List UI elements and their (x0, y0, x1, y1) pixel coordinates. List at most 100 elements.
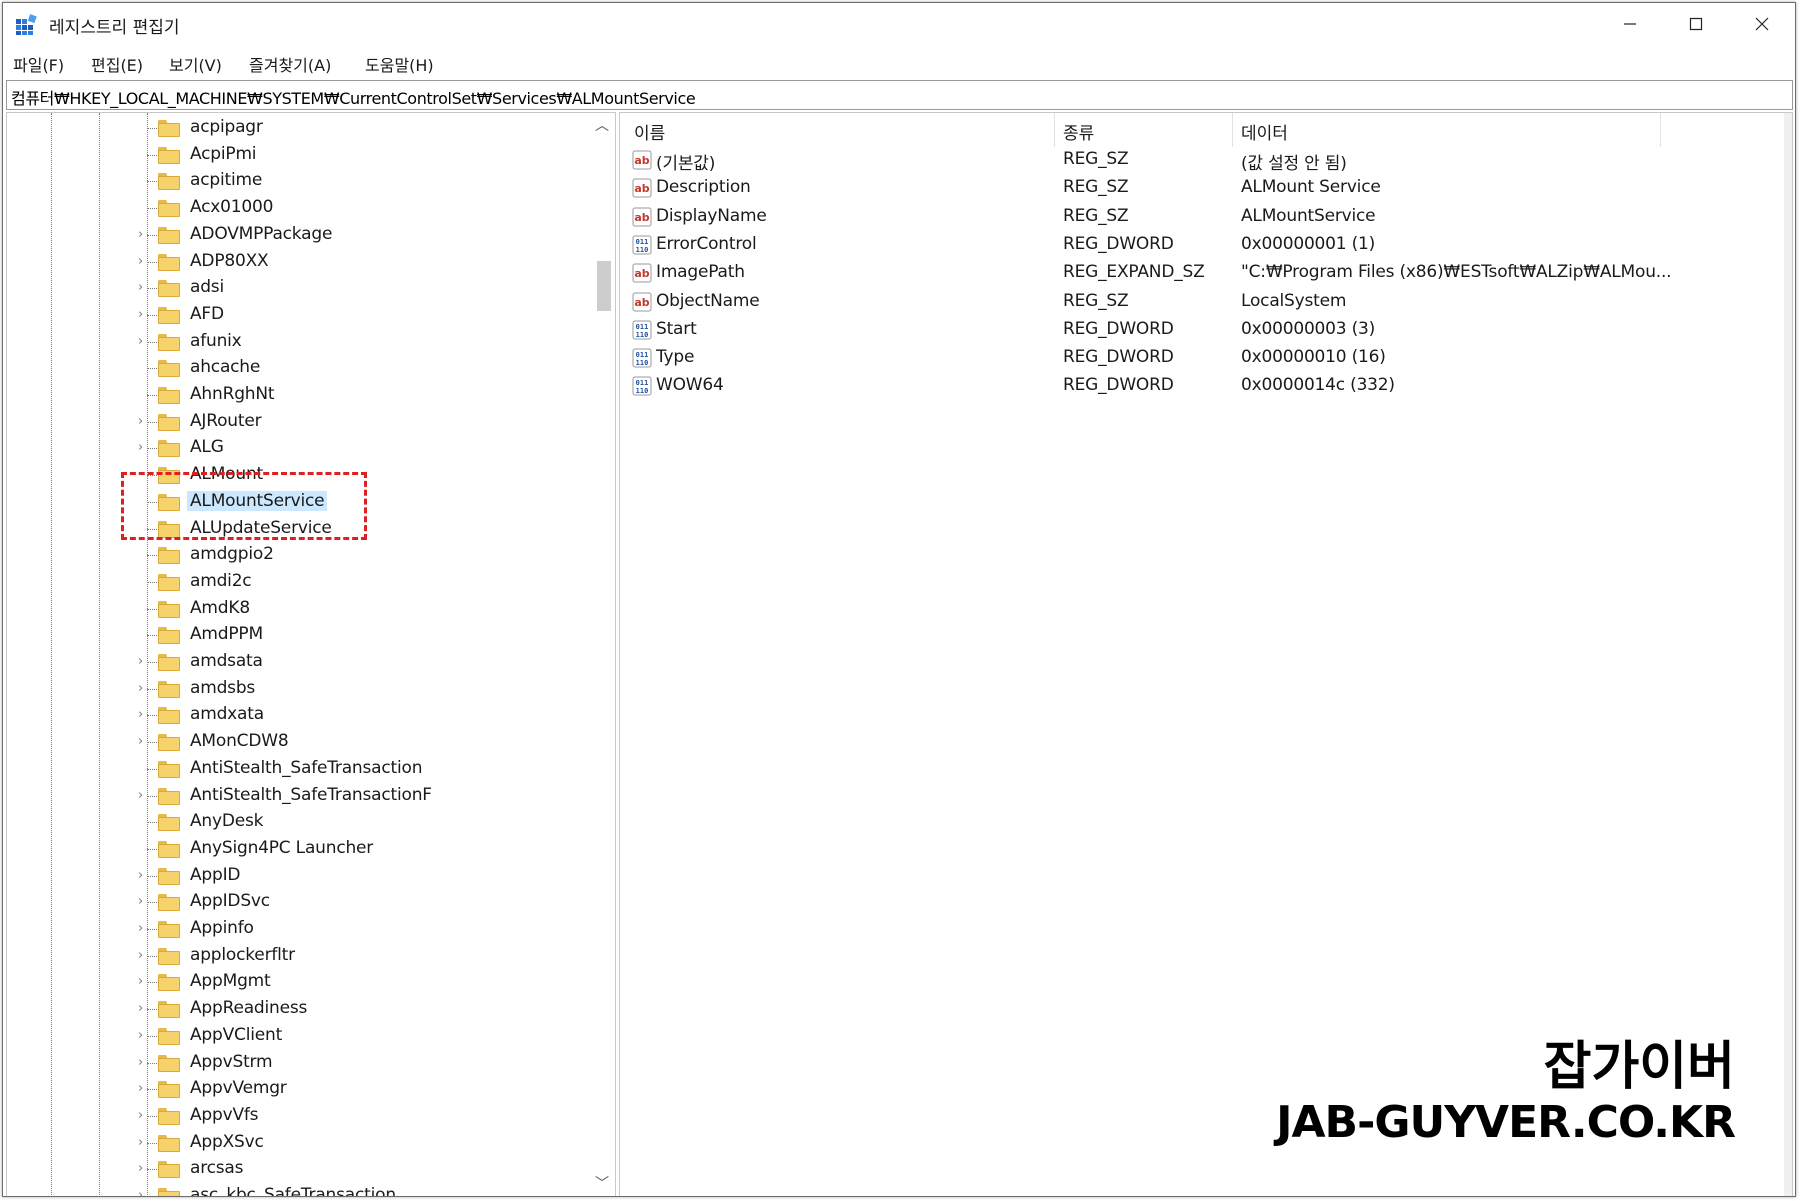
chevron-right-icon[interactable]: › (138, 1082, 150, 1096)
chevron-right-icon[interactable]: › (138, 735, 150, 749)
chevron-right-icon[interactable]: › (138, 1108, 150, 1123)
tree-item[interactable]: › adsi (7, 275, 587, 301)
tree-item[interactable]: › arcsas (7, 1156, 587, 1182)
minimize-button[interactable] (1597, 3, 1663, 45)
tree-item[interactable]: › afunix (7, 329, 587, 355)
value-row[interactable]: 011 110 WOW64 REG_DWORD 0x0000014c (332) (620, 372, 1792, 400)
value-row[interactable]: ab ImagePath REG_EXPAND_SZ "C:₩Program File… (620, 259, 1792, 287)
tree-connector (147, 181, 157, 183)
chevron-right-icon[interactable]: › (138, 281, 150, 295)
values-list-pane[interactable]: 이름 종류 데이터 ab (기본값) REG_SZ (값 설정 안 됨) ab Descr… (619, 112, 1793, 1196)
column-header-data[interactable]: 데이터 (1241, 119, 1288, 144)
tree-item[interactable]: › AntiStealth_SafeTransactionF (7, 783, 587, 809)
chevron-right-icon[interactable]: › (138, 948, 150, 963)
value-row[interactable]: 011 110 Start REG_DWORD 0x00000003 (3) (620, 316, 1792, 344)
chevron-right-icon[interactable]: › (138, 1002, 150, 1016)
address-bar[interactable]: 컴퓨터₩HKEY_LOCAL_MACHINE₩SYSTEM₩CurrentCon… (6, 80, 1793, 110)
chevron-right-icon[interactable]: › (138, 1189, 150, 1197)
column-header-type[interactable]: 종류 (1063, 119, 1094, 144)
tree-item[interactable]: AhnRghNt (7, 382, 587, 408)
chevron-right-icon[interactable]: › (138, 868, 150, 883)
chevron-right-icon[interactable]: › (138, 1028, 150, 1043)
menu-favorites[interactable]: 즐겨찾기(A) (249, 52, 331, 76)
chevron-right-icon[interactable]: › (138, 788, 150, 803)
tree-item[interactable]: › AppID (7, 863, 587, 889)
tree-item[interactable]: › amdsbs (7, 676, 587, 702)
tree-item[interactable]: › ALG (7, 435, 587, 461)
tree-item[interactable]: › amdxata (7, 702, 587, 728)
tree-item[interactable]: › Appinfo (7, 916, 587, 942)
tree-item[interactable]: › AppIDSvc (7, 889, 587, 915)
tree-item[interactable]: › AppvVemgr (7, 1076, 587, 1102)
chevron-right-icon[interactable]: › (138, 922, 150, 936)
tree-item[interactable]: acpipagr (7, 115, 587, 141)
tree-item[interactable]: › AppXSvc (7, 1130, 587, 1156)
menu-help[interactable]: 도움말(H) (365, 52, 434, 76)
chevron-right-icon[interactable]: › (138, 307, 150, 322)
key-tree-pane[interactable]: acpipagr AcpiPmi acpitime Acx01000 › ADOVMPPa… (6, 112, 616, 1197)
tree-item[interactable]: acpitime (7, 168, 587, 194)
chevron-right-icon[interactable]: › (138, 975, 150, 989)
folder-icon (158, 787, 180, 805)
chevron-right-icon[interactable]: › (138, 334, 150, 349)
address-path[interactable]: 컴퓨터₩HKEY_LOCAL_MACHINE₩SYSTEM₩CurrentCon… (11, 85, 696, 109)
scroll-down-icon[interactable]: ﹀ (589, 1171, 615, 1196)
tree-item[interactable]: › AppReadiness (7, 996, 587, 1022)
menu-file[interactable]: 파일(F) (13, 52, 64, 76)
tree-item[interactable]: ahcache (7, 355, 587, 381)
value-row[interactable]: ab Description REG_SZ ALMount Service (620, 174, 1792, 202)
chevron-right-icon[interactable]: › (138, 1135, 150, 1150)
value-row[interactable]: 011 110 ErrorControl REG_DWORD 0x00000001 (1… (620, 231, 1792, 259)
chevron-right-icon[interactable]: › (138, 254, 150, 269)
menu-view[interactable]: 보기(V) (169, 52, 222, 76)
chevron-right-icon[interactable]: › (138, 1162, 150, 1176)
column-divider[interactable] (1232, 113, 1233, 147)
chevron-right-icon[interactable]: › (138, 414, 150, 429)
tree-item[interactable]: › amdsata (7, 649, 587, 675)
value-type: REG_EXPAND_SZ (1063, 262, 1205, 283)
close-button[interactable] (1729, 3, 1795, 45)
tree-item[interactable]: AnyDesk (7, 809, 587, 835)
value-row[interactable]: 011 110 Type REG_DWORD 0x00000010 (16) (620, 344, 1792, 372)
value-row[interactable]: ab (기본값) REG_SZ (값 설정 안 됨) (620, 146, 1792, 174)
tree-item[interactable]: › ADP80XX (7, 249, 587, 275)
tree-item[interactable]: › AppvVfs (7, 1103, 587, 1129)
list-scrollbar[interactable] (1784, 113, 1792, 1196)
tree-item[interactable]: › AppVClient (7, 1023, 587, 1049)
scroll-up-icon[interactable]: ︿ (589, 113, 615, 139)
binary-value-icon: 011110 (632, 376, 652, 396)
menu-edit[interactable]: 편집(E) (91, 52, 143, 76)
chevron-right-icon[interactable]: › (138, 655, 150, 669)
chevron-right-icon[interactable]: › (138, 681, 150, 696)
tree-item[interactable]: AmdPPM (7, 622, 587, 648)
tree-item[interactable]: AntiStealth_SafeTransaction (7, 756, 587, 782)
scroll-thumb[interactable] (597, 261, 611, 311)
tree-item[interactable]: Acx01000 (7, 195, 587, 221)
tree-item[interactable]: AnySign4PC Launcher (7, 836, 587, 862)
tree-item[interactable]: AcpiPmi (7, 142, 587, 168)
tree-item[interactable]: amdgpio2 (7, 542, 587, 568)
maximize-button[interactable] (1663, 3, 1729, 45)
tree-item[interactable]: › applockerfltr (7, 943, 587, 969)
tree-item[interactable]: › AJRouter (7, 409, 587, 435)
tree-item[interactable]: › AppvStrm (7, 1050, 587, 1076)
tree-item[interactable]: › ADOVMPPackage (7, 222, 587, 248)
title-bar[interactable]: 레지스트리 편집기 (3, 3, 1795, 45)
tree-item[interactable]: › AppMgmt (7, 969, 587, 995)
tree-item[interactable]: › asc_kbc_SafeTransaction (7, 1183, 587, 1197)
column-divider[interactable] (1660, 113, 1661, 147)
tree-item[interactable]: › AMonCDW8 (7, 729, 587, 755)
chevron-right-icon[interactable]: › (138, 895, 150, 909)
value-row[interactable]: ab DisplayName REG_SZ ALMountService (620, 203, 1792, 231)
chevron-right-icon[interactable]: › (138, 441, 150, 455)
tree-scrollbar[interactable]: ︿ ﹀ (589, 113, 615, 1196)
chevron-right-icon[interactable]: › (138, 708, 150, 722)
value-row[interactable]: ab ObjectName REG_SZ LocalSystem (620, 288, 1792, 316)
column-header-name[interactable]: 이름 (634, 119, 665, 144)
chevron-right-icon[interactable]: › (138, 1055, 150, 1070)
column-divider[interactable] (1054, 113, 1055, 147)
chevron-right-icon[interactable]: › (138, 227, 150, 242)
tree-item[interactable]: › AFD (7, 302, 587, 328)
tree-item[interactable]: amdi2c (7, 569, 587, 595)
tree-item[interactable]: AmdK8 (7, 596, 587, 622)
